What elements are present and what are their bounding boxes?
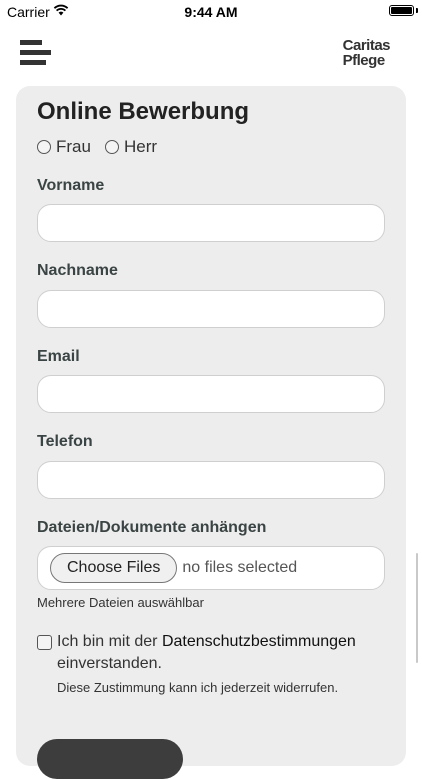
- file-status: no files selected: [182, 559, 298, 576]
- consent-text-after: einverstanden.: [57, 655, 162, 672]
- file-upload-field: Choose Files no files selected: [37, 546, 385, 590]
- choose-files-button[interactable]: Choose Files: [50, 553, 178, 583]
- clock: 9:44 AM: [184, 4, 238, 20]
- logo-line-1: Caritas: [342, 37, 391, 54]
- submit-button[interactable]: [37, 739, 183, 779]
- application-form-card: Online Bewerbung Frau Herr Vorname Nachn…: [16, 86, 406, 779]
- consent-text-before: Ich bin mit der: [57, 633, 162, 650]
- consent-note: Diese Zustimmung kann ich jederzeit wide…: [57, 680, 339, 695]
- form-title: Online Bewerbung: [37, 98, 250, 125]
- radio-herr[interactable]: [104, 140, 119, 154]
- scroll-indicator: [416, 553, 418, 663]
- battery-icon: [389, 5, 414, 16]
- radio-frau[interactable]: [37, 140, 51, 154]
- vorname-input[interactable]: [37, 204, 385, 242]
- attachments-hint: Mehrere Dateien auswählbar: [37, 595, 204, 610]
- hamburger-menu-icon[interactable]: [20, 40, 52, 68]
- battery-tip: [416, 8, 418, 13]
- consent-text: Ich bin mit der Datenschutzbestimmungen …: [37, 631, 377, 675]
- email-label: Email: [37, 348, 80, 365]
- consent-checkbox[interactable]: [37, 635, 52, 650]
- telefon-label: Telefon: [37, 433, 93, 450]
- radio-label-herr: Herr: [123, 137, 158, 156]
- nachname-label: Nachname: [37, 262, 118, 279]
- status-bar: Carrier 9:44 AM: [0, 0, 422, 24]
- gender-option-frau[interactable]: Frau: [37, 137, 91, 157]
- vorname-label: Vorname: [37, 177, 105, 194]
- telefon-input[interactable]: [37, 461, 385, 499]
- gender-selector: Frau Herr: [37, 137, 171, 157]
- consent-row: Ich bin mit der Datenschutzbestimmungen …: [37, 631, 377, 675]
- logo-line-2: Pflege: [342, 52, 386, 69]
- privacy-policy-link[interactable]: Datenschutzbestimmungen: [162, 633, 356, 650]
- nachname-input[interactable]: [37, 290, 385, 328]
- email-input[interactable]: [37, 375, 385, 413]
- caritas-logo: Caritas Pflege: [342, 37, 391, 69]
- radio-label-frau: Frau: [56, 137, 91, 156]
- attachments-label: Dateien/Dokumente anhängen: [37, 519, 267, 536]
- gender-option-herr[interactable]: Herr: [104, 137, 158, 157]
